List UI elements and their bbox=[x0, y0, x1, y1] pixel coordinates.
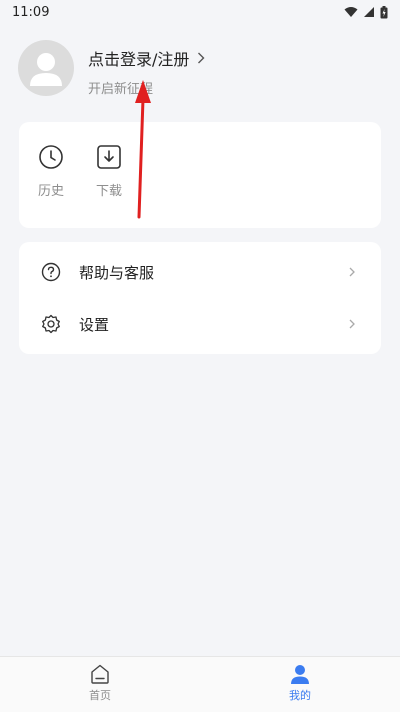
help-circle-icon bbox=[41, 262, 61, 282]
login-register-label: 点击登录/注册 bbox=[88, 50, 190, 69]
status-icons bbox=[344, 5, 388, 19]
clock-icon bbox=[39, 145, 63, 169]
menu-item-settings-label: 设置 bbox=[79, 315, 110, 334]
tab-mine-label: 我的 bbox=[289, 689, 311, 702]
status-time: 11:09 bbox=[12, 4, 50, 20]
bottom-nav: 首页 我的 bbox=[0, 656, 400, 712]
menu-item-settings[interactable]: 设置 bbox=[19, 298, 381, 350]
wifi-icon bbox=[344, 7, 358, 17]
menu-item-help[interactable]: 帮助与客服 bbox=[19, 246, 381, 298]
chevron-right-icon bbox=[198, 52, 205, 64]
login-register-link[interactable]: 点击登录/注册 bbox=[88, 46, 205, 70]
profile-header[interactable]: 点击登录/注册 开启新征程 bbox=[18, 40, 382, 100]
chevron-right-icon bbox=[349, 267, 355, 277]
tab-home-label: 首页 bbox=[89, 689, 111, 702]
history-label: 历史 bbox=[37, 184, 64, 199]
quick-actions-card: 历史 下载 bbox=[19, 122, 381, 228]
profile-subtitle: 开启新征程 bbox=[88, 82, 154, 97]
status-bar: 11:09 bbox=[0, 0, 400, 24]
download-icon bbox=[97, 145, 121, 169]
menu-card: 帮助与客服 设置 bbox=[19, 242, 381, 354]
menu-item-help-label: 帮助与客服 bbox=[79, 263, 155, 282]
home-icon bbox=[91, 664, 109, 684]
gear-icon bbox=[42, 314, 60, 334]
avatar-placeholder-icon bbox=[30, 53, 62, 86]
tab-mine[interactable]: 我的 bbox=[270, 663, 330, 703]
tab-home[interactable]: 首页 bbox=[70, 663, 130, 703]
chevron-right-icon bbox=[349, 319, 355, 329]
download-button[interactable]: 下载 bbox=[85, 144, 133, 199]
avatar[interactable] bbox=[18, 40, 74, 96]
battery-icon bbox=[380, 5, 388, 18]
download-label: 下载 bbox=[95, 184, 122, 199]
annotation-arrow bbox=[135, 80, 151, 219]
person-icon bbox=[291, 665, 309, 684]
signal-icon bbox=[364, 7, 374, 17]
history-button[interactable]: 历史 bbox=[27, 144, 75, 199]
